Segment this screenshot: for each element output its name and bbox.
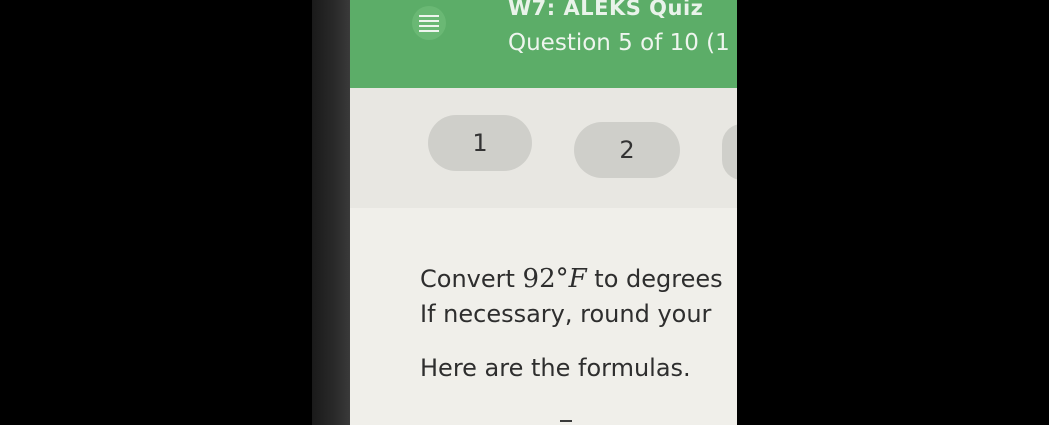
question-content: Convert 92°F to degrees If necessary, ro… — [350, 208, 737, 425]
quiz-header: W7: ALEKS Quiz Question 5 of 10 (1 — [350, 0, 737, 88]
prompt-prefix: Convert — [420, 265, 523, 293]
menu-line — [419, 29, 439, 32]
menu-line — [419, 14, 439, 17]
temperature-value: 92°F — [523, 264, 587, 294]
menu-line — [419, 19, 439, 22]
question-counter: Question 5 of 10 (1 — [508, 30, 730, 56]
degree-symbol: ° — [555, 264, 569, 294]
quiz-title: W7: ALEKS Quiz — [508, 0, 704, 20]
question-prompt: Convert 92°F to degrees — [420, 264, 723, 294]
monitor-bezel — [312, 0, 350, 425]
question-nav-button-1[interactable]: 1 — [428, 115, 532, 171]
question-nav-button-3[interactable] — [722, 124, 737, 180]
prompt-suffix: to degrees — [586, 265, 723, 293]
rounding-instruction: If necessary, round your — [420, 300, 712, 328]
temperature-unit: F — [568, 264, 587, 294]
formula-fragment — [560, 420, 572, 422]
temperature-number: 92 — [522, 264, 556, 294]
question-navigation: 1 2 — [350, 88, 737, 208]
formulas-intro: Here are the formulas. — [420, 354, 691, 382]
question-nav-button-2[interactable]: 2 — [574, 122, 680, 178]
menu-line — [419, 24, 439, 27]
photo-frame: W7: ALEKS Quiz Question 5 of 10 (1 1 2 C… — [0, 0, 1049, 425]
hamburger-menu-icon[interactable] — [412, 6, 446, 40]
aleks-screen: W7: ALEKS Quiz Question 5 of 10 (1 1 2 C… — [350, 0, 737, 425]
